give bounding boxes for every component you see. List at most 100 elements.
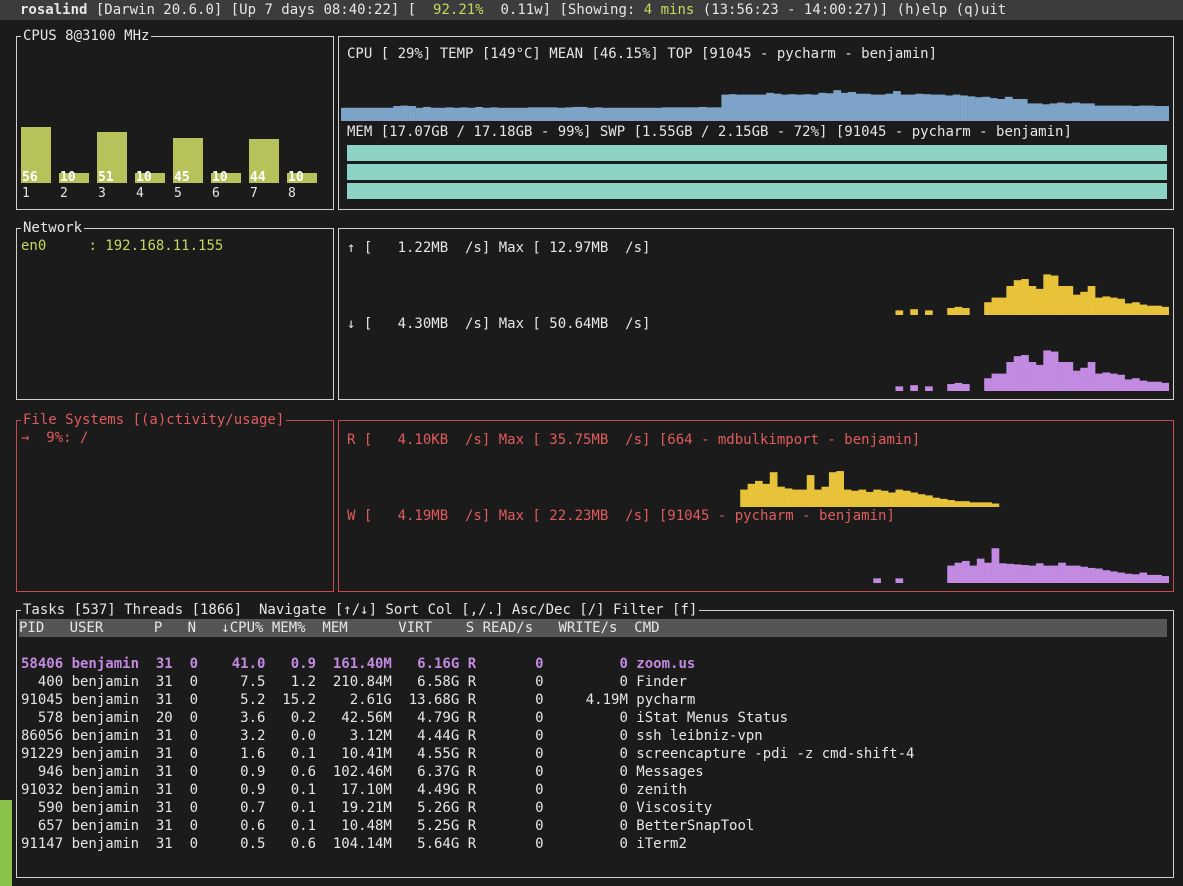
fs-read-bar: [991, 503, 1000, 507]
net-down-bar: [954, 382, 963, 391]
cpu-history-bar: [602, 107, 610, 121]
cpu-history-bar: [781, 94, 789, 121]
cpu-history-bar: [833, 90, 842, 121]
cpu-history-bar: [594, 107, 603, 121]
net-down-bar: [962, 384, 970, 391]
cpu-history-bar: [1131, 106, 1140, 121]
cpu-history-bar: [960, 95, 968, 121]
fs-write-bar: [1028, 565, 1037, 583]
net-up-bar: [1109, 297, 1118, 315]
table-row[interactable]: 400 benjamin 31 0 7.5 1.2 210.84M 6.58G …: [21, 673, 687, 691]
cpu-history-bar: [863, 93, 871, 121]
help-key[interactable]: (h)elp: [888, 2, 948, 18]
table-row[interactable]: 58406 benjamin 31 0 41.0 0.9 161.40M 6.1…: [21, 655, 695, 673]
tasks-panel: Tasks [537] Threads [1866] Navigate [↑/↓…: [16, 601, 1174, 878]
cpu-history-bar: [982, 96, 991, 121]
cpu-history-bar: [1049, 103, 1058, 121]
fs-read-bar: [828, 472, 837, 507]
fs-write-bar: [873, 578, 881, 583]
net-download-chart: [895, 350, 1169, 391]
cpu-history-bar: [1057, 102, 1065, 121]
cpu-mem-panel: CPU [ 29%] TEMP [149°C] MEAN [46.15%] TO…: [338, 36, 1174, 210]
cpu-history-bar: [796, 94, 804, 121]
net-down-bar: [1065, 362, 1074, 391]
net-up-bar: [1087, 286, 1096, 315]
fs-write-bar: [1124, 573, 1133, 583]
fs-write-bar: [1072, 565, 1081, 583]
filesystems-title[interactable]: File Systems [(a)ctivity/usage]: [21, 411, 287, 429]
table-row[interactable]: 578 benjamin 20 0 3.6 0.2 42.56M 4.79G R…: [21, 709, 788, 727]
net-up-bar: [1154, 305, 1162, 315]
fs-read-bar: [851, 490, 859, 507]
cpu-history-bar: [930, 94, 939, 121]
cpu-core-value-5: 45: [174, 170, 190, 185]
table-row[interactable]: 91045 benjamin 31 0 5.2 15.2 2.61G 13.68…: [21, 691, 695, 709]
net-up-bar: [1080, 291, 1088, 315]
mem-bar: [347, 145, 1167, 161]
cpu-core-label-8: 8: [288, 186, 296, 201]
net-up-bar: [895, 310, 904, 315]
quit-key[interactable]: (q)uit: [947, 2, 1007, 18]
fs-read-bar: [755, 480, 763, 507]
fs-write-bar: [1035, 563, 1044, 583]
cpu-history-bar: [609, 107, 618, 121]
table-row[interactable]: 590 benjamin 31 0 0.7 0.1 19.21M 5.26G R…: [21, 799, 712, 817]
fs-write-bar: [969, 565, 978, 583]
cpu-history-bar: [1139, 105, 1147, 121]
table-row[interactable]: 86056 benjamin 31 0 3.2 0.0 3.12M 4.44G …: [21, 727, 763, 745]
tasks-header[interactable]: PID USER P N ↓CPU% MEM% MEM VIRT S READ/…: [19, 619, 1167, 637]
cpu-history-bar: [825, 93, 834, 121]
cpu-history-bar: [1027, 103, 1036, 121]
table-row[interactable]: 91032 benjamin 31 0 0.9 0.1 17.10M 4.49G…: [21, 781, 687, 799]
cpu-history-bar: [355, 107, 364, 121]
net-down-bar: [1072, 370, 1081, 391]
fs-read-bar: [954, 501, 963, 507]
cpu-history-bar: [445, 107, 454, 121]
fs-read-bar: [762, 483, 771, 507]
cpu-history-bar: [1154, 106, 1162, 121]
cpu-history-bar: [915, 93, 924, 121]
cpu-history-bar: [885, 93, 894, 121]
fs-read-bar: [791, 489, 800, 507]
cpu-core-value-3: 51: [98, 170, 114, 185]
net-down-bar: [1087, 362, 1096, 391]
fs-read-bar: [962, 501, 970, 507]
cpu-history-bar: [460, 107, 469, 121]
fs-write-bar: [1132, 574, 1140, 583]
net-down-bar: [1028, 362, 1037, 391]
fs-read-bar: [902, 490, 911, 507]
fs-write-bar: [1109, 571, 1118, 583]
cpu-history-bar: [758, 94, 767, 121]
table-row[interactable]: 91147 benjamin 31 0 0.5 0.6 104.14M 5.64…: [21, 835, 687, 853]
net-up-bar: [991, 297, 1000, 315]
title-bar: rosalind [Darwin 20.6.0] [Up 7 days 08:4…: [0, 0, 1183, 20]
net-down-bar: [1095, 373, 1103, 391]
os-version: [Darwin 20.6.0]: [87, 2, 223, 18]
fs-write-bar: [954, 562, 963, 583]
net-up-bar: [1050, 275, 1059, 315]
cpu-history-bar: [527, 107, 536, 121]
cpu-history-bar: [639, 107, 648, 121]
table-row[interactable]: 946 benjamin 31 0 0.9 0.6 102.46M 6.37G …: [21, 763, 704, 781]
net-upload: ↑ [ 1.22MB /s] Max [ 12.97MB /s]: [347, 240, 651, 256]
cpu-history-bar: [989, 98, 998, 121]
cpu-history-bar: [415, 107, 424, 121]
network-panel: Network en0 : 192.168.11.155: [16, 219, 334, 400]
fs-write-bar: [1102, 570, 1111, 583]
table-row[interactable]: 657 benjamin 31 0 0.6 0.1 10.48M 5.25G R…: [21, 817, 754, 835]
fs-write-bar: [1021, 565, 1029, 583]
cpu-history-bar: [788, 94, 797, 121]
cpu-history-bar: [907, 94, 916, 121]
cpu-history-bar: [400, 105, 409, 121]
cpu-core-value-8: 10: [288, 170, 304, 185]
filesystem-entry[interactable]: → 9%: /: [21, 429, 88, 447]
cpu-history-bar: [348, 107, 357, 121]
cpu-history-bar: [900, 94, 909, 121]
table-row[interactable]: 91229 benjamin 31 0 1.6 0.1 10.41M 4.55G…: [21, 745, 914, 763]
mem-bar-3: [347, 183, 1167, 199]
fs-read-bar: [917, 494, 926, 507]
cpu-history-bar: [1109, 105, 1118, 121]
fs-read: R [ 4.10KB /s] Max [ 35.75MB /s] [664 - …: [347, 432, 921, 448]
cpu-history-bar: [542, 107, 551, 121]
fs-read-bar: [740, 489, 748, 507]
